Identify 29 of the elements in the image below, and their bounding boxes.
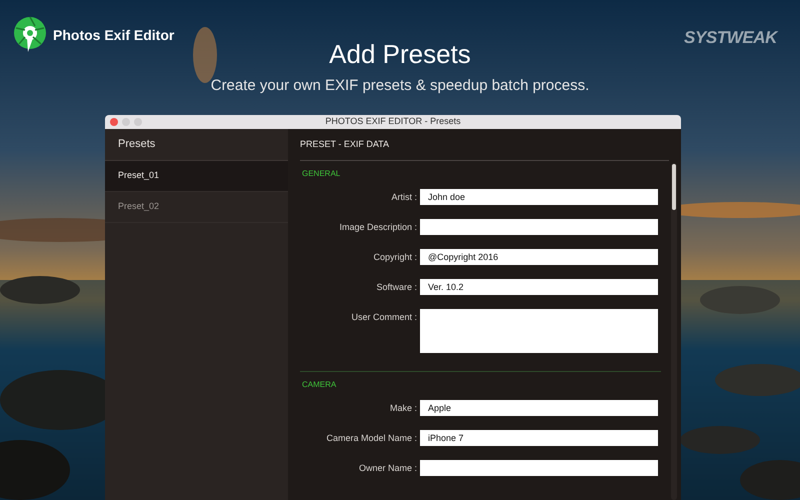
field-label: Artist : [390,191,418,204]
preset-item[interactable]: Preset_01 [105,161,288,192]
window-title: PHOTOS EXIF EDITOR - Presets [325,115,461,128]
brand-logo: SYSTWEAK [684,27,777,49]
input-field[interactable]: John doe [420,189,658,205]
app-name: Photos Exif Editor [53,26,174,45]
section-heading: CAMERA [301,379,338,391]
field-label: Software : [375,281,418,294]
input-field[interactable]: Apple [420,400,658,416]
hero-subtitle: Create your own EXIF presets & speedup batch process. [210,76,590,96]
section-heading: GENERAL [301,168,342,180]
input-field[interactable]: iPhone 7 [420,430,658,446]
input-field[interactable] [420,460,658,476]
field-label: Image Description : [338,221,418,234]
input-field[interactable]: Ver. 10.2 [420,279,658,295]
logo-icon [13,16,47,54]
scrollbar[interactable] [671,163,677,500]
input-field[interactable]: @Copyright 2016 [420,249,658,265]
hero-title: Add Presets [329,38,471,70]
panel-title: PRESET - EXIF DATA [300,138,390,151]
field-label: Copyright : [372,251,418,264]
field-label: Camera Model Name : [325,432,418,445]
sidebar-title: Presets [118,137,156,152]
field-label: User Comment : [350,311,418,324]
close-icon[interactable] [110,118,118,126]
input-field[interactable] [420,219,658,235]
comment-field[interactable] [420,309,658,353]
field-label: Owner Name : [358,462,418,475]
field-label: Make : [388,402,418,415]
